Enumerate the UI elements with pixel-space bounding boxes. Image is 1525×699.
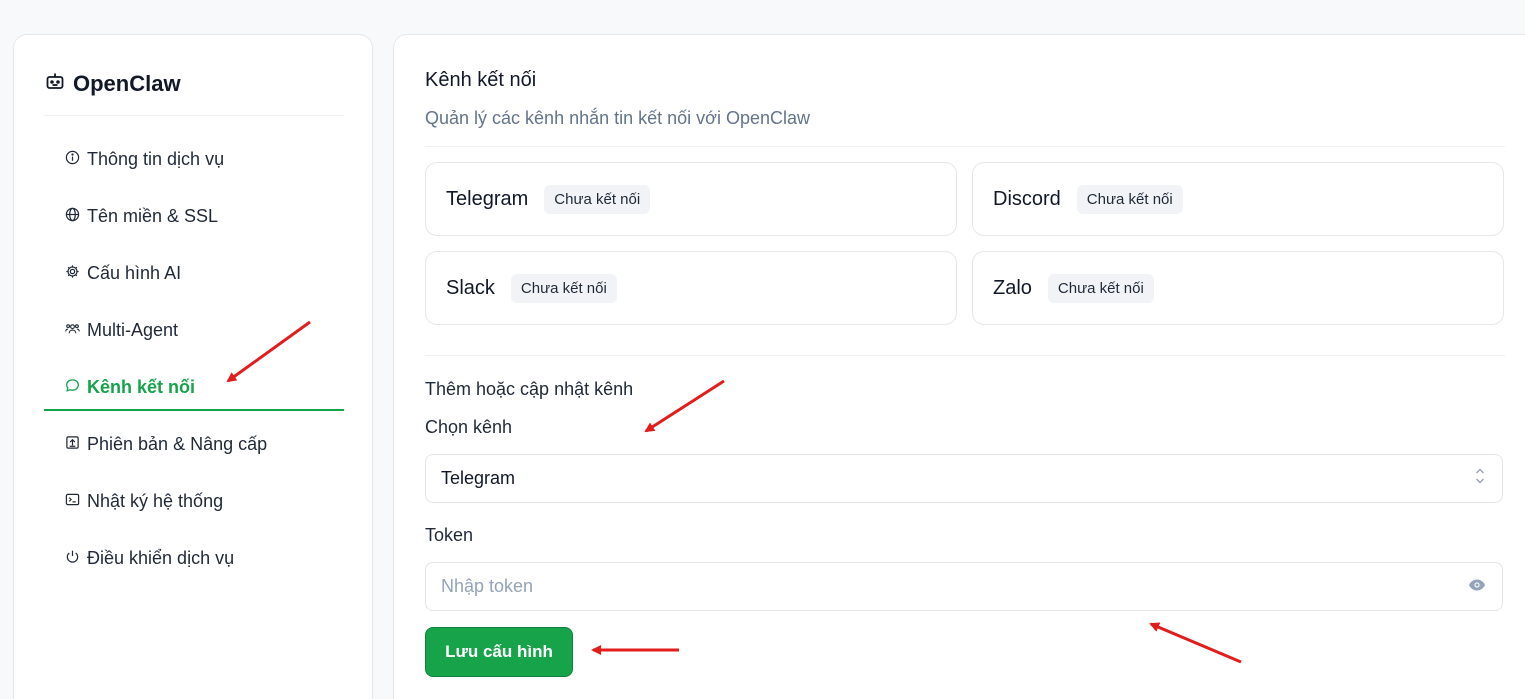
power-icon: [65, 548, 80, 569]
sidebar-item-label: Phiên bản & Nâng cấp: [87, 433, 268, 454]
message-icon: [65, 377, 80, 398]
sidebar-item-multi-agent[interactable]: Multi-Agent: [44, 310, 344, 350]
sidebar-item-system-log[interactable]: Nhật ký hệ thống: [44, 481, 344, 521]
info-icon: [65, 149, 80, 170]
channel-card-discord[interactable]: Discord Chưa kết nối: [972, 162, 1504, 236]
sidebar-item-ai-config[interactable]: Cấu hình AI: [44, 253, 344, 293]
terminal-icon: [65, 491, 80, 512]
save-config-button[interactable]: Lưu cấu hình: [425, 627, 573, 677]
upgrade-icon: [65, 434, 80, 455]
globe-icon: [65, 206, 80, 227]
brand: OpenClaw: [45, 69, 181, 99]
sidebar: OpenClaw Thông tin dịch vụ Tên miền & SS…: [13, 34, 373, 699]
channel-select-label: Chọn kênh: [425, 417, 513, 437]
channel-card-telegram[interactable]: Telegram Chưa kết nối: [425, 162, 957, 236]
robot-icon: [45, 71, 65, 97]
gear-icon: [65, 263, 80, 284]
channel-name: Zalo: [993, 276, 1032, 299]
token-input[interactable]: [441, 576, 1468, 597]
sidebar-item-label: Tên miền & SSL: [87, 205, 219, 226]
divider: [425, 355, 1505, 356]
token-field: [425, 562, 1503, 611]
status-badge: Chưa kết nối: [1047, 273, 1154, 303]
sidebar-item-label: Thông tin dịch vụ: [87, 148, 225, 169]
divider: [425, 146, 1505, 147]
channel-name: Telegram: [446, 187, 529, 210]
sidebar-item-label: Kênh kết nối: [87, 376, 196, 397]
brand-name: OpenClaw: [73, 71, 181, 96]
channel-select-value: Telegram: [441, 468, 516, 488]
form-heading: Thêm hoặc cập nhật kênh: [425, 379, 634, 399]
eye-icon[interactable]: [1468, 576, 1486, 597]
sidebar-item-domain-ssl[interactable]: Tên miền & SSL: [44, 196, 344, 236]
channel-name: Slack: [446, 276, 495, 299]
sidebar-item-service-control[interactable]: Điều khiển dịch vụ: [44, 538, 344, 578]
sidebar-item-label: Điều khiển dịch vụ: [87, 547, 235, 568]
page-title: Kênh kết nối: [425, 69, 537, 91]
channel-card-zalo[interactable]: Zalo Chưa kết nối: [972, 251, 1504, 325]
main-panel: Kênh kết nối Quản lý các kênh nhắn tin k…: [393, 34, 1525, 699]
sidebar-item-service-info[interactable]: Thông tin dịch vụ: [44, 139, 344, 179]
channel-select[interactable]: Telegram: [425, 454, 1503, 503]
channel-name: Discord: [993, 187, 1061, 210]
divider: [44, 115, 344, 116]
status-badge: Chưa kết nối: [510, 273, 617, 303]
status-badge: Chưa kết nối: [544, 184, 651, 214]
users-icon: [65, 320, 80, 341]
sidebar-item-version-upgrade[interactable]: Phiên bản & Nâng cấp: [44, 424, 344, 464]
sidebar-item-label: Multi-Agent: [87, 319, 179, 340]
sidebar-item-channels[interactable]: Kênh kết nối: [44, 367, 344, 411]
token-label: Token: [425, 525, 474, 545]
sidebar-item-label: Cấu hình AI: [87, 262, 182, 283]
chevron-up-down-icon: [1474, 466, 1486, 491]
page-subtitle: Quản lý các kênh nhắn tin kết nối với Op…: [425, 108, 811, 128]
channel-card-slack[interactable]: Slack Chưa kết nối: [425, 251, 957, 325]
status-badge: Chưa kết nối: [1076, 184, 1183, 214]
sidebar-item-label: Nhật ký hệ thống: [87, 490, 224, 511]
